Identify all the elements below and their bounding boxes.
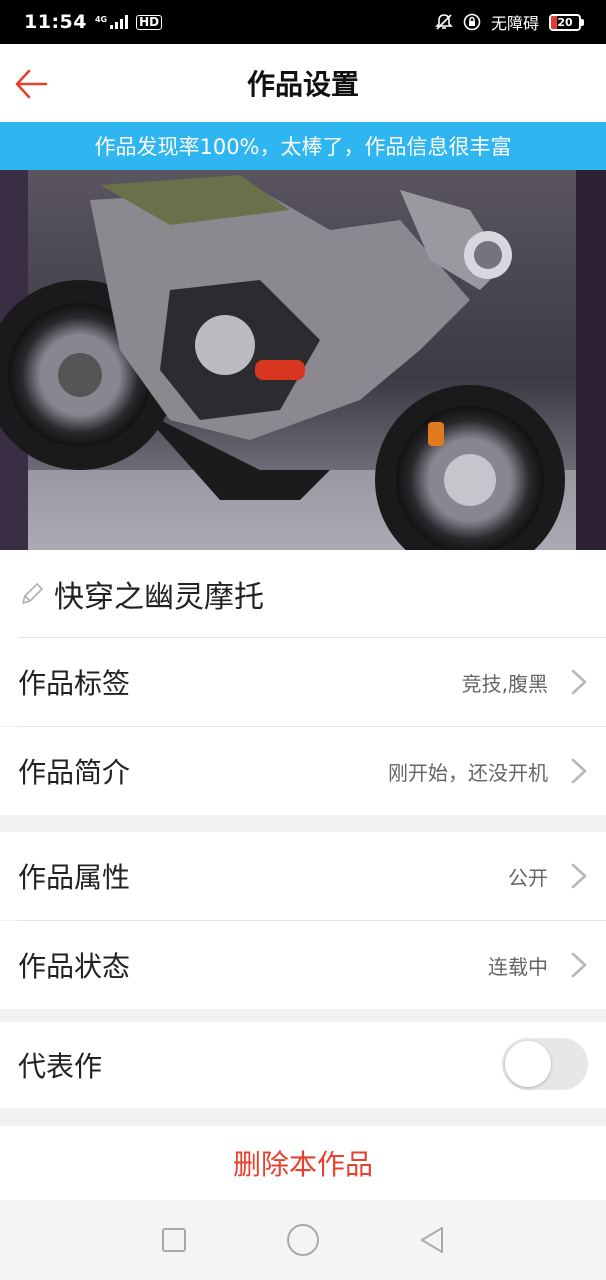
signal-icon: 4G xyxy=(94,15,129,29)
intro-value: 刚开始，还没开机 xyxy=(388,760,548,785)
app-header: 作品设置 xyxy=(0,44,606,122)
representative-toggle[interactable] xyxy=(502,1038,588,1090)
home-button[interactable] xyxy=(281,1218,325,1262)
chevron-right-icon xyxy=(571,863,587,889)
discovery-banner: 作品发现率100%，太棒了，作品信息很丰富 xyxy=(0,122,606,170)
intro-row[interactable]: 作品简介 刚开始，还没开机 xyxy=(0,727,606,815)
delete-work-button[interactable]: 删除本作品 xyxy=(0,1126,606,1200)
chevron-right-icon xyxy=(571,669,587,695)
attribute-label: 作品属性 xyxy=(18,861,131,894)
back-button[interactable] xyxy=(10,63,52,105)
attribute-row[interactable]: 作品属性 公开 xyxy=(0,832,606,920)
tags-value: 竞技,腹黑 xyxy=(461,671,548,696)
battery-icon: 20 xyxy=(549,13,584,31)
chevron-right-icon xyxy=(571,758,587,784)
status-row[interactable]: 作品状态 连载中 xyxy=(0,921,606,1009)
work-title-row[interactable]: 快穿之幽灵摩托 xyxy=(0,550,606,638)
cover-image[interactable] xyxy=(0,170,606,550)
status-label: 作品状态 xyxy=(18,950,131,983)
tags-label: 作品标签 xyxy=(18,667,131,700)
pencil-icon xyxy=(22,583,43,604)
toggle-knob xyxy=(505,1041,551,1087)
intro-label: 作品简介 xyxy=(18,756,131,789)
status-bar: 11:54 4G HD 无障碍 20 xyxy=(0,0,606,44)
attribute-value: 公开 xyxy=(508,865,548,890)
representative-row: 代表作 xyxy=(0,1022,606,1108)
chevron-right-icon xyxy=(571,952,587,978)
lock-rotation-icon xyxy=(463,13,481,31)
recent-apps-button[interactable] xyxy=(152,1218,196,1262)
back-nav-button[interactable] xyxy=(410,1218,454,1262)
tags-row[interactable]: 作品标签 竞技,腹黑 xyxy=(0,638,606,726)
battery-level: 20 xyxy=(557,15,573,29)
mute-bell-icon xyxy=(435,13,453,31)
square-icon xyxy=(162,1228,187,1252)
hd-badge: HD xyxy=(136,14,163,30)
system-nav-bar xyxy=(0,1200,606,1280)
status-time: 11:54 xyxy=(24,11,87,33)
accessibility-label: 无障碍 xyxy=(490,14,539,33)
back-arrow-icon xyxy=(15,69,48,99)
page-title: 作品设置 xyxy=(246,68,359,101)
representative-label: 代表作 xyxy=(18,1050,103,1083)
network-type: 4G xyxy=(94,15,108,24)
status-value: 连载中 xyxy=(488,954,548,979)
circle-icon xyxy=(286,1224,319,1256)
triangle-back-icon xyxy=(420,1227,443,1253)
work-title: 快穿之幽灵摩托 xyxy=(54,580,264,615)
